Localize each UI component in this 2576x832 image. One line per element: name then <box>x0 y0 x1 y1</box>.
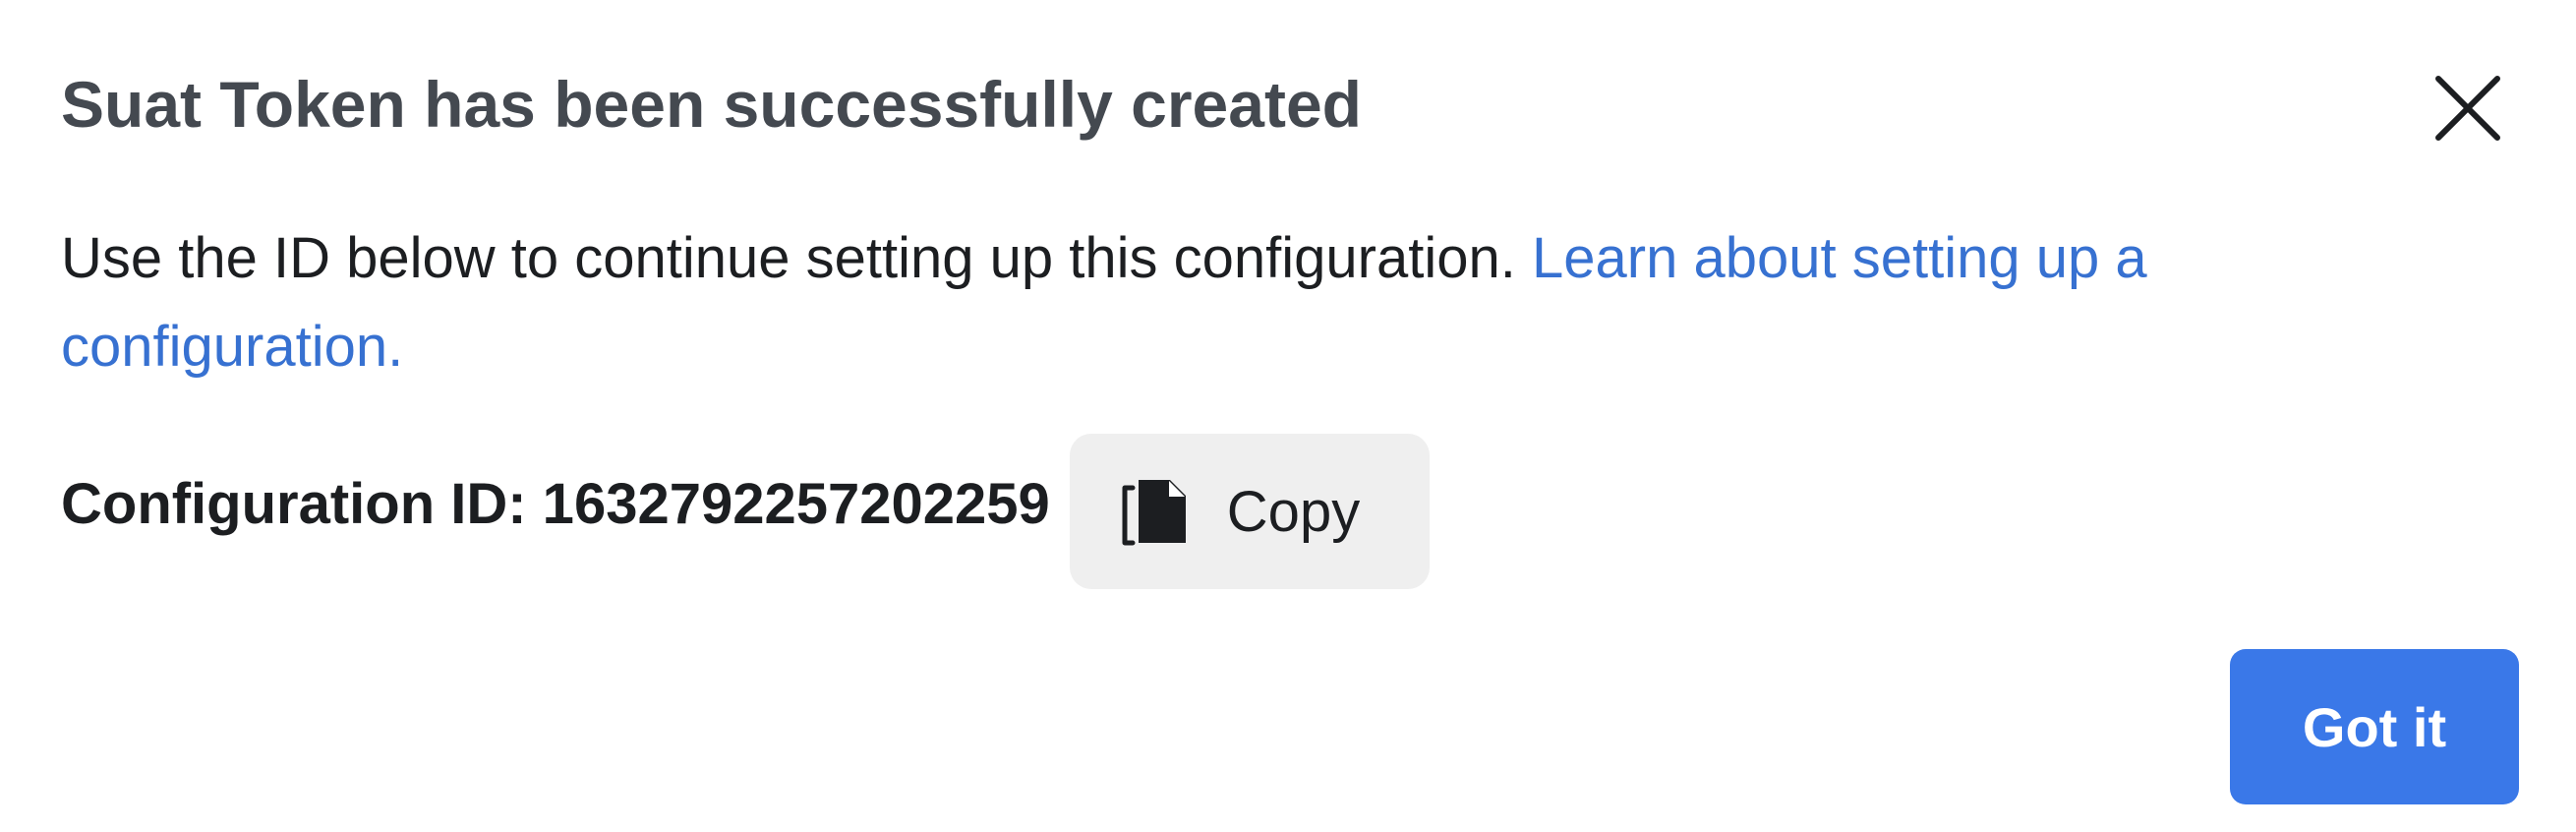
copy-icon <box>1119 474 1194 549</box>
configuration-id: Configuration ID: 1632792257202259 <box>61 471 1050 536</box>
got-it-button[interactable]: Got it <box>2230 649 2519 804</box>
dialog-description: Use the ID below to continue setting up … <box>61 214 2362 391</box>
copy-label: Copy <box>1226 479 1361 544</box>
close-icon <box>2435 76 2500 141</box>
configuration-id-row: Configuration ID: 1632792257202259 Copy <box>61 425 1430 589</box>
close-button[interactable] <box>2429 69 2507 148</box>
copy-button[interactable]: Copy <box>1069 434 1430 589</box>
description-text: Use the ID below to continue setting up … <box>61 226 1532 290</box>
success-dialog: Suat Token has been successfully created… <box>0 0 2576 832</box>
dialog-title: Suat Token has been successfully created <box>61 68 1362 141</box>
